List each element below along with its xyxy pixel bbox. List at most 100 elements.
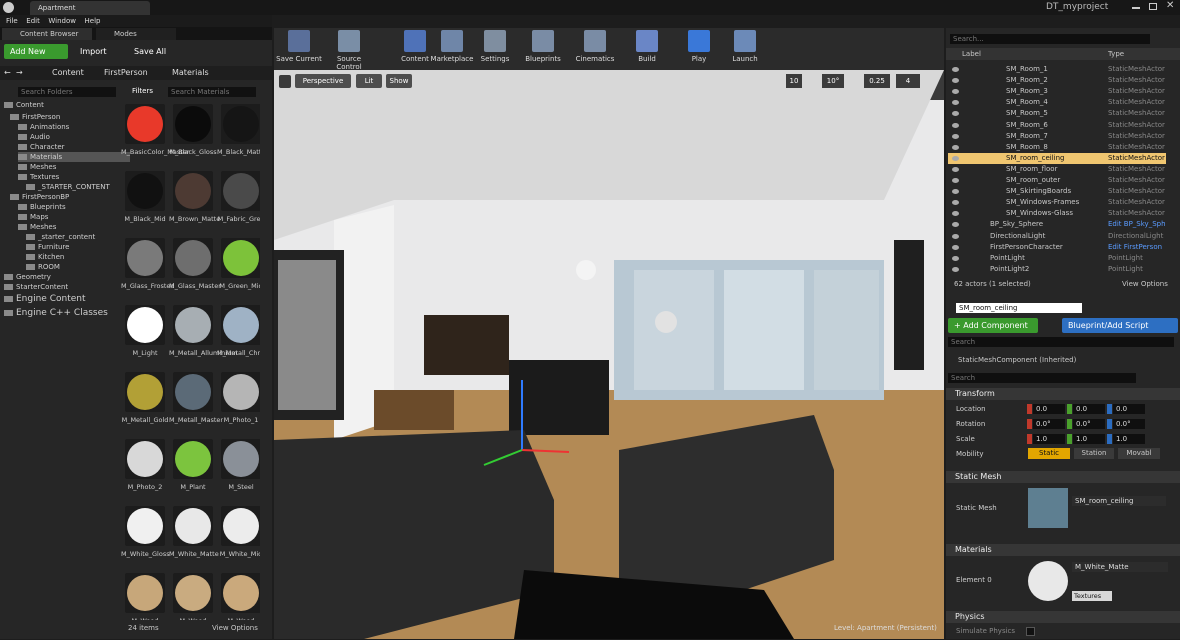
material-thumbnail[interactable] [173,305,213,345]
level-viewport[interactable]: Perspective Lit Show 10 10° 0.25 4 Level… [274,70,944,639]
breadcrumb-materials[interactable]: Materials [172,66,209,80]
save-all-button[interactable]: Save All [128,44,188,59]
material-thumbnail[interactable] [173,506,213,546]
outliner-row[interactable]: SM_room_outer StaticMeshActor [948,175,1166,186]
outliner-row[interactable]: SM_Room_3 StaticMeshActor [948,86,1166,97]
material-thumbnail[interactable] [221,372,260,412]
camera-speed-value[interactable]: 4 [896,74,920,88]
material-thumbnail[interactable] [221,439,260,479]
transform-field[interactable]: 1.0 [1073,434,1105,444]
viewport-options-button[interactable] [279,75,291,88]
minimize-button[interactable] [1132,7,1140,9]
level-tab[interactable]: Apartment [30,1,150,15]
folder-item[interactable]: _STARTER_CONTENT [26,182,110,192]
forward-arrow-icon[interactable]: → [16,66,23,80]
material-thumbnail[interactable] [125,171,165,211]
transform-section[interactable]: Transform [946,388,1180,400]
transform-field[interactable]: 0.0° [1113,419,1145,429]
transform-field[interactable]: 0.0° [1033,419,1065,429]
breadcrumb-content[interactable]: Content [52,66,84,80]
toolbar-button[interactable]: Settings [472,30,518,63]
visibility-eye-icon[interactable] [952,222,959,228]
outliner-row[interactable]: PointLight2 PointLight [948,264,1166,275]
visibility-eye-icon[interactable] [952,189,959,195]
material-thumbnail[interactable] [173,104,213,144]
blueprint-script-button[interactable]: Blueprint/Add Script [1062,318,1178,333]
outliner-row[interactable]: SM_Room_7 StaticMeshActor [948,131,1166,142]
folder-item[interactable]: _starter_content [26,232,95,242]
back-arrow-icon[interactable]: ← [4,66,11,80]
folder-item[interactable]: StarterContent [4,282,68,292]
folder-item[interactable]: Meshes [18,162,56,172]
material-thumbnail[interactable] [221,104,260,144]
outliner-row[interactable]: SM_Windows-Glass StaticMeshActor [948,208,1166,219]
folder-item[interactable]: ROOM [26,262,60,272]
outliner-row[interactable]: SM_Room_6 StaticMeshActor [948,120,1166,131]
folder-item[interactable]: Blueprints [18,202,66,212]
folder-item[interactable]: Meshes [18,222,56,232]
component-item[interactable]: StaticMeshComponent (Inherited) [948,354,1176,366]
textures-dropdown[interactable]: Textures [1072,591,1112,601]
transform-field[interactable]: 0.0 [1113,404,1145,414]
transform-field[interactable]: 0.0 [1033,404,1065,414]
material-thumbnail[interactable] [173,372,213,412]
visibility-eye-icon[interactable] [952,200,959,206]
outliner-row[interactable]: SM_Room_4 StaticMeshActor [948,97,1166,108]
folder-item[interactable]: Kitchen [26,252,64,262]
toolbar-button[interactable]: Blueprints [520,30,566,63]
outliner-row[interactable]: BP_Sky_Sphere Edit BP_Sky_Sph [948,219,1166,230]
toolbar-button[interactable]: Source Control [326,30,372,71]
menu-window[interactable]: Window [48,15,76,27]
visibility-eye-icon[interactable] [952,266,959,272]
toolbar-button[interactable]: Launch [722,30,768,63]
component-search-input[interactable]: Search [948,337,1174,347]
material-dropdown[interactable]: M_White_Matte [1072,562,1168,572]
add-component-button[interactable]: + Add Component [948,318,1038,333]
scale-snap-value[interactable]: 0.25 [864,74,890,88]
outliner-row[interactable]: SM_Room_2 StaticMeshActor [948,75,1166,86]
visibility-eye-icon[interactable] [952,155,959,161]
outliner-row[interactable]: SM_room_floor StaticMeshActor [948,164,1166,175]
visibility-eye-icon[interactable] [952,78,959,84]
transform-field[interactable]: 0.0° [1073,419,1105,429]
toolbar-button[interactable]: Build [624,30,670,63]
folder-item[interactable]: FirstPerson [10,112,60,122]
outliner-row[interactable]: DirectionalLight DirectionalLight [948,231,1166,242]
folder-item[interactable]: FirstPersonBP [10,192,69,202]
grid-snap-value[interactable]: 10 [786,74,802,88]
material-thumbnail[interactable] [125,104,165,144]
visibility-eye-icon[interactable] [952,100,959,106]
folder-item[interactable]: Character [18,142,65,152]
folder-item[interactable]: Engine Content [4,294,86,304]
outliner-row[interactable]: PointLight PointLight [948,253,1166,264]
folder-item[interactable]: Geometry [4,272,51,282]
folder-item[interactable]: Furniture [26,242,69,252]
visibility-eye-icon[interactable] [952,111,959,117]
cb-view-options[interactable]: View Options [212,624,258,632]
maximize-button[interactable] [1149,3,1157,10]
folder-item[interactable]: Animations [18,122,69,132]
folder-item[interactable]: Content [4,100,44,110]
simulate-physics-checkbox[interactable] [1026,627,1035,636]
outliner-search-input[interactable]: Search... [950,34,1150,44]
material-thumbnail[interactable] [173,171,213,211]
static-mesh-dropdown[interactable]: SM_room_ceiling [1072,496,1166,506]
menu-file[interactable]: File [6,15,18,27]
outliner-row[interactable]: SM_Room_8 StaticMeshActor [948,142,1166,153]
visibility-eye-icon[interactable] [952,255,959,261]
transform-field[interactable]: 1.0 [1033,434,1065,444]
folder-item[interactable]: Audio [18,132,50,142]
material-thumbnail[interactable] [221,238,260,278]
visibility-eye-icon[interactable] [952,211,959,217]
visibility-eye-icon[interactable] [952,233,959,239]
breadcrumb-firstperson[interactable]: FirstPerson [104,66,148,80]
visibility-eye-icon[interactable] [952,133,959,139]
menu-help[interactable]: Help [85,15,101,27]
show-button[interactable]: Show [386,74,412,88]
outliner-row[interactable]: SM_room_ceiling StaticMeshActor [948,152,1166,164]
details-search-input[interactable]: Search [948,373,1136,383]
import-button[interactable]: Import [74,44,124,59]
material-thumbnail[interactable] [173,573,213,613]
rotation-snap-value[interactable]: 10° [822,74,844,88]
physics-section[interactable]: Physics [946,611,1180,623]
